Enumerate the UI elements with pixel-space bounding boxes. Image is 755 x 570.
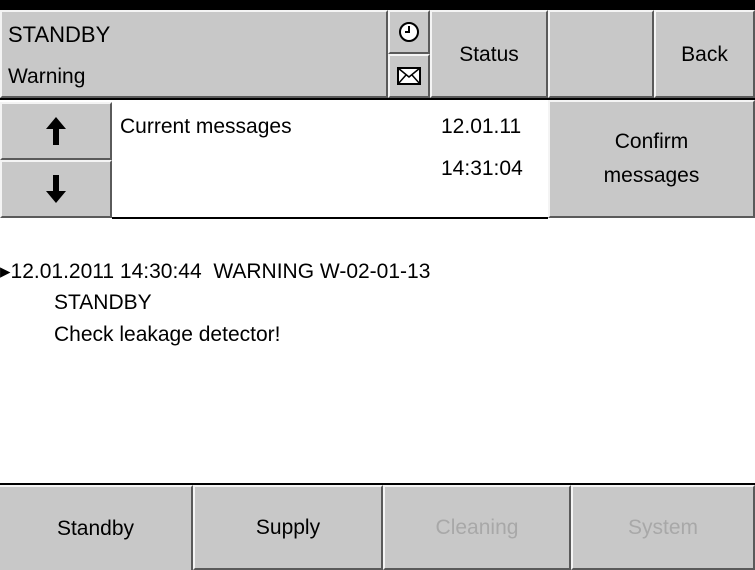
message-text-line: Check leakage detector! [54, 323, 281, 346]
hmi-screen: STANDBY Warning Status Back Current mess… [0, 0, 755, 570]
arrow-down-icon [46, 175, 66, 203]
status-button[interactable]: Status [430, 10, 548, 98]
back-button[interactable]: Back [654, 10, 755, 98]
mode-text: STANDBY [8, 22, 111, 47]
state-text: Warning [8, 65, 86, 88]
scroll-up-button[interactable] [0, 102, 112, 160]
clock-icon [399, 22, 419, 42]
message-mode-line: STANDBY [54, 291, 152, 314]
arrow-up-icon [46, 117, 66, 145]
tab-supply[interactable]: Supply [193, 485, 383, 570]
message-date: 12.01.11 [441, 115, 522, 138]
scroll-down-button[interactable] [0, 160, 112, 218]
tab-standby[interactable]: Standby [0, 485, 193, 570]
tab-system[interactable]: System [571, 485, 755, 570]
current-messages-title: Current messages [120, 115, 292, 138]
confirm-messages-button[interactable]: Confirm messages [548, 100, 755, 218]
empty-header-button [548, 10, 654, 98]
mode-status-panel: STANDBY Warning [0, 10, 388, 98]
message-time: 14:31:04 [441, 157, 523, 180]
messages-separator [112, 217, 548, 219]
top-border [0, 0, 755, 10]
envelope-icon [397, 67, 421, 85]
clock-button[interactable] [388, 10, 430, 54]
message-header-line: ▸12.01.2011 14:30:44 WARNING W-02-01-13 [0, 260, 431, 283]
tab-cleaning[interactable]: Cleaning [383, 485, 571, 570]
messages-button[interactable] [388, 54, 430, 98]
